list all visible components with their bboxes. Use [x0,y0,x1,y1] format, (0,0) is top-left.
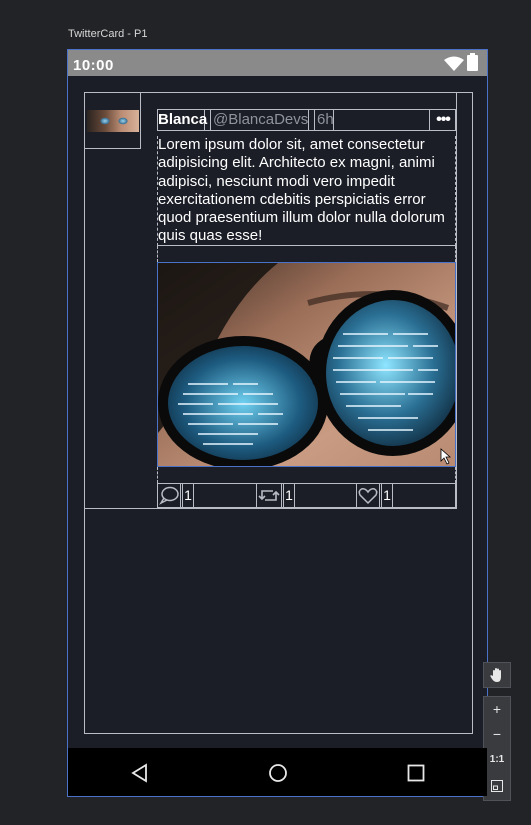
user-handle[interactable]: @BlancaDevs [210,109,309,131]
navigation-bar [68,748,487,796]
more-options-button[interactable]: ••• [429,109,456,131]
avatar[interactable] [87,110,139,132]
hand-icon [490,668,501,682]
tweet-text: Lorem ipsum dolor sit, amet consectetur … [157,136,456,246]
reply-button[interactable] [157,483,181,508]
like-count: 1 [381,483,393,508]
battery-icon [467,53,478,71]
retweet-count: 1 [283,483,295,508]
zoom-out-button[interactable]: − [483,722,511,749]
fit-screen-button[interactable] [483,774,511,801]
heart-icon [358,488,378,505]
tweet-actions [157,483,456,508]
status-clock: 10:00 [73,57,114,74]
retweet-button[interactable] [256,483,282,508]
frame-title: TwitterCard - P1 [68,28,148,40]
tweet-media-image[interactable] [157,262,456,467]
like-button[interactable] [356,483,380,508]
display-name[interactable]: Blanca [157,109,207,131]
fit-screen-icon [491,780,503,792]
reply-icon [159,486,179,505]
spacer [157,246,456,262]
spacer [157,467,456,483]
back-icon[interactable] [130,763,150,783]
zoom-in-button[interactable]: + [483,696,511,723]
pan-tool-button[interactable] [483,662,511,688]
reply-count: 1 [182,483,194,508]
wifi-icon [444,56,464,77]
status-bar [68,50,487,76]
actual-size-button[interactable]: 1:1 [483,748,511,775]
tweet-timestamp: 6h [314,109,334,131]
retweet-icon [258,490,280,501]
recents-icon[interactable] [407,764,425,782]
home-icon[interactable] [268,763,288,783]
